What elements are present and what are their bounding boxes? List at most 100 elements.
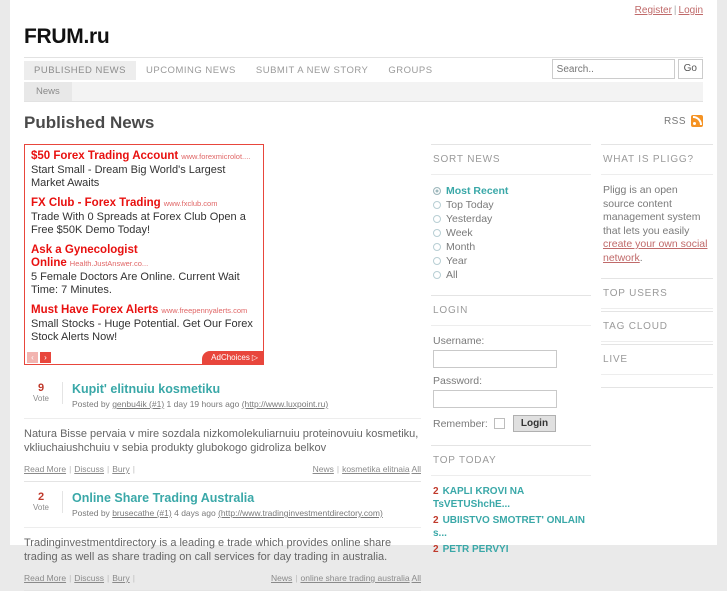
widget-title-login: LOGIN xyxy=(431,295,591,326)
discuss-link[interactable]: Discuss xyxy=(74,464,104,474)
search-go-button[interactable]: Go xyxy=(677,59,703,79)
vote-label[interactable]: Vote xyxy=(24,503,58,513)
login-link[interactable]: Login xyxy=(679,5,703,16)
ad-title[interactable]: Must Have Forex Alerts xyxy=(31,304,158,316)
sort-option-week[interactable]: Week xyxy=(433,226,589,240)
nav-row: PUBLISHED NEWS UPCOMING NEWS SUBMIT A NE… xyxy=(24,58,703,82)
sort-option-most-recent[interactable]: Most Recent xyxy=(433,184,589,198)
story-source-link[interactable]: (http://www.luxpoint.ru) xyxy=(242,399,328,409)
ad-item[interactable]: FX Club - Forex Trading www.fxclub.com Tr… xyxy=(31,197,257,237)
main-column: $50 Forex Trading Account www.forexmicrol… xyxy=(24,144,421,591)
foot-sep: | xyxy=(69,573,72,583)
register-link[interactable]: Register xyxy=(635,5,672,16)
nav-link-groups[interactable]: GROUPS xyxy=(378,61,442,80)
story-footer: Read More | Discuss | Bury | News | online shar… xyxy=(24,573,421,583)
story-all-link[interactable]: All xyxy=(412,573,421,583)
widget-title-live[interactable]: LIVE xyxy=(601,344,713,375)
sort-options: Most Recent Top Today Yesterday Week Mon… xyxy=(433,184,589,282)
ad-item[interactable]: Must Have Forex Alerts www.freepennyalert… xyxy=(31,304,257,344)
story-author-link[interactable]: brusecathe (#1) xyxy=(112,508,172,518)
widget-sort-news: SORT NEWS Most Recent Top Today Yesterda… xyxy=(431,144,591,293)
sort-option-year[interactable]: Year xyxy=(433,254,589,268)
vote-label[interactable]: Vote xyxy=(24,394,58,404)
sort-option-label: Yesterday xyxy=(446,213,493,225)
top-today-item[interactable]: 2 KAPLI KROVI NA TsVETUShchE... xyxy=(433,485,589,511)
discuss-link[interactable]: Discuss xyxy=(74,573,104,583)
ad-next-icon[interactable]: › xyxy=(40,352,51,363)
nav-link-published-news[interactable]: PUBLISHED NEWS xyxy=(24,60,136,80)
radio-icon[interactable] xyxy=(433,257,441,265)
ad-title[interactable]: FX Club - Forex Trading xyxy=(31,197,161,209)
remember-checkbox[interactable] xyxy=(493,418,505,429)
story-category-link[interactable]: News xyxy=(271,573,292,583)
search-input[interactable] xyxy=(551,59,675,79)
read-more-link[interactable]: Read More xyxy=(24,464,66,474)
login-submit-button[interactable]: Login xyxy=(512,415,557,432)
bury-link[interactable]: Bury xyxy=(112,573,129,583)
radio-icon[interactable] xyxy=(433,187,441,195)
top-today-count: 2 xyxy=(433,544,439,555)
radio-icon[interactable] xyxy=(433,271,441,279)
vote-box[interactable]: 2 Vote xyxy=(24,491,63,513)
widget-title-tag-cloud[interactable]: TAG CLOUD xyxy=(601,311,713,342)
sort-option-all[interactable]: All xyxy=(433,268,589,282)
nav-item-upcoming-news[interactable]: UPCOMING NEWS xyxy=(136,61,246,80)
top-today-link[interactable]: UBIISTVO SMOTRET' ONLAIN s... xyxy=(433,515,585,539)
ad-control-bar: ‹ › AdChoices ▷ xyxy=(25,351,263,364)
story-category-link[interactable]: News xyxy=(313,464,334,474)
story-tag-link[interactable]: online share trading australia xyxy=(300,573,409,583)
radio-icon[interactable] xyxy=(433,215,441,223)
rss-icon[interactable] xyxy=(691,115,703,127)
ad-body: 5 Female Doctors Are Online. Current Wai… xyxy=(31,271,240,296)
nav-item-published-news[interactable]: PUBLISHED NEWS xyxy=(24,60,136,80)
story-tag-link[interactable]: kosmetika elitnaia xyxy=(342,464,410,474)
radio-icon[interactable] xyxy=(433,229,441,237)
ad-prev-icon[interactable]: ‹ xyxy=(27,352,38,363)
ad-url: www.freepennyalerts.com xyxy=(161,306,248,315)
sort-option-yesterday[interactable]: Yesterday xyxy=(433,212,589,226)
brand-row: FRUM.ru xyxy=(10,22,717,57)
story-footer: Read More | Discuss | Bury | News | kosmetika e… xyxy=(24,464,421,474)
top-today-link[interactable]: KAPLI KROVI NA TsVETUShchE... xyxy=(433,486,524,510)
rss-box[interactable]: RSS xyxy=(664,115,703,127)
pligg-text-after: . xyxy=(639,251,643,264)
adchoices-arrow-icon: ▷ xyxy=(251,353,258,362)
nav-link-submit-story[interactable]: SUBMIT A NEW STORY xyxy=(246,61,378,80)
story-source-link[interactable]: (http://www.tradinginvestmentdirectory.c… xyxy=(218,508,383,518)
bury-link[interactable]: Bury xyxy=(112,464,129,474)
site-logo[interactable]: FRUM.ru xyxy=(24,22,703,52)
top-today-list: 2 KAPLI KROVI NA TsVETUShchE... 2 UBIISTVO… xyxy=(433,485,589,556)
ad-title[interactable]: $50 Forex Trading Account xyxy=(31,150,178,162)
vote-box[interactable]: 9 Vote xyxy=(24,382,63,404)
top-today-item[interactable]: 2 UBIISTVO SMOTRET' ONLAIN s... xyxy=(433,514,589,540)
story-title-link[interactable]: Kupit' elitnuiu kosmetiku xyxy=(72,382,328,396)
foot-sep: | xyxy=(132,573,135,583)
story-title-link[interactable]: Online Share Trading Australia xyxy=(72,491,383,505)
widget-title-top-today: TOP TODAY xyxy=(431,445,591,476)
subnav-tab-news[interactable]: News xyxy=(24,82,72,101)
username-input[interactable] xyxy=(433,350,557,368)
widget-top-today: TOP TODAY 2 KAPLI KROVI NA TsVETUShchE...… xyxy=(431,445,591,563)
remember-label: Remember: xyxy=(433,417,488,430)
pligg-create-network-link[interactable]: create your own social network xyxy=(603,238,707,264)
nav-item-submit-story[interactable]: SUBMIT A NEW STORY xyxy=(246,61,378,80)
story-all-link[interactable]: All xyxy=(412,464,421,474)
widget-title-sort-news: SORT NEWS xyxy=(431,144,591,175)
story-author-link[interactable]: genbu4ik (#1) xyxy=(112,399,164,409)
top-today-link[interactable]: PETR PERVYI xyxy=(443,544,509,555)
ad-item[interactable]: $50 Forex Trading Account www.forexmicrol… xyxy=(31,150,257,190)
ad-item[interactable]: Ask a Gynecologist Online Health.JustAnsw… xyxy=(31,244,257,297)
widget-title-top-users[interactable]: TOP USERS xyxy=(601,278,713,309)
nav-link-upcoming-news[interactable]: UPCOMING NEWS xyxy=(136,61,246,80)
password-input[interactable] xyxy=(433,390,557,408)
widget-body-login: Username: Password: Remember: Login xyxy=(431,326,591,443)
ad-body: Start Small - Dream Big World's Largest … xyxy=(31,164,226,189)
adchoices-badge[interactable]: AdChoices ▷ xyxy=(202,351,263,364)
widget-title-what-is-pligg: WHAT IS PLIGG? xyxy=(601,144,713,175)
sort-option-top-today[interactable]: Top Today xyxy=(433,198,589,212)
read-more-link[interactable]: Read More xyxy=(24,573,66,583)
sort-option-month[interactable]: Month xyxy=(433,240,589,254)
radio-icon[interactable] xyxy=(433,201,441,209)
radio-icon[interactable] xyxy=(433,243,441,251)
nav-item-groups[interactable]: GROUPS xyxy=(378,61,442,80)
